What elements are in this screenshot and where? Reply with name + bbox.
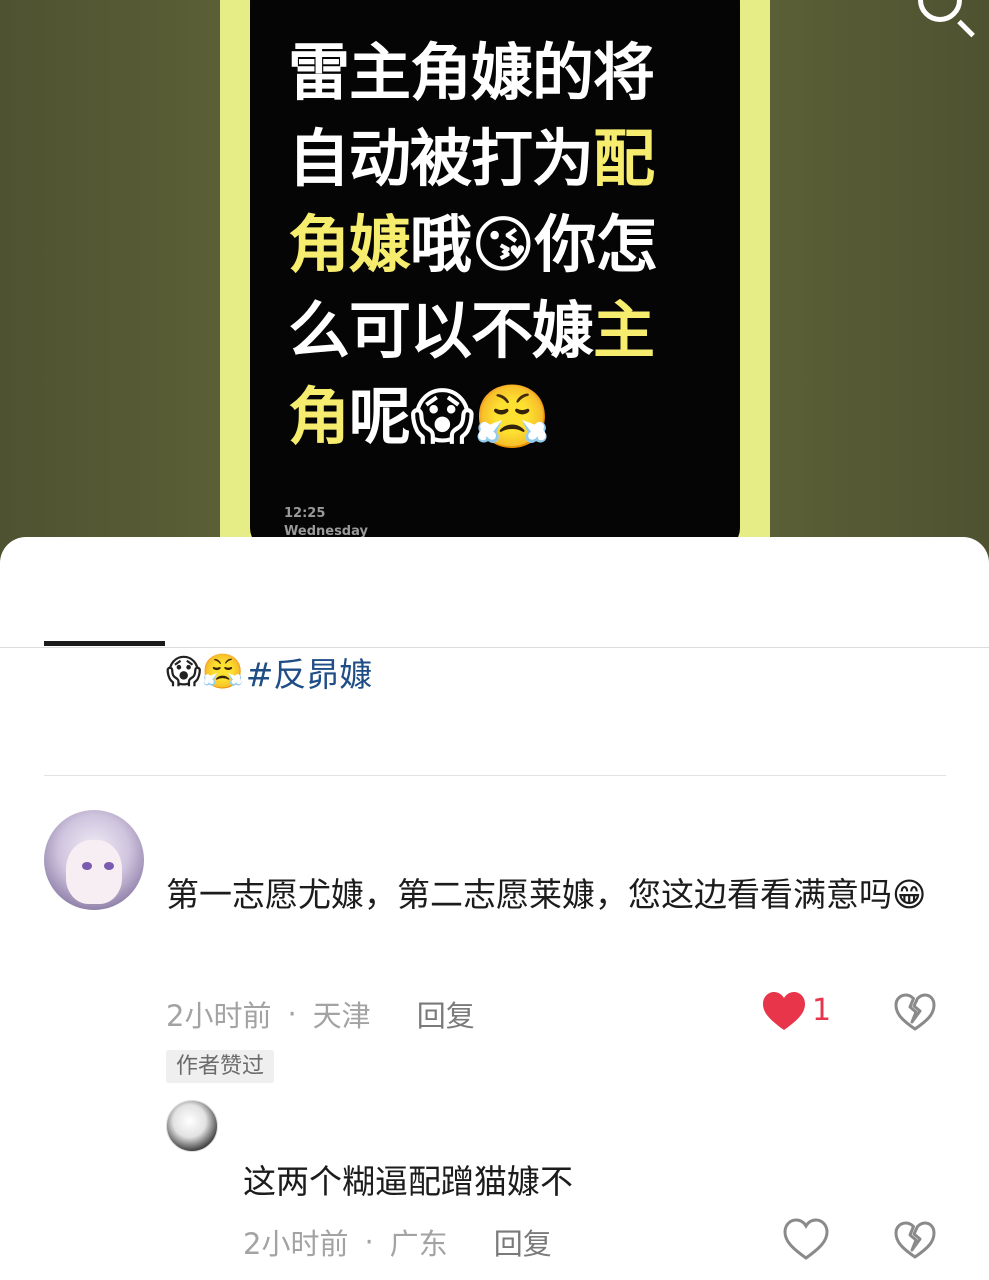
reply-avatar[interactable] — [166, 1100, 218, 1152]
reply-text: 这两个糊逼配蹭猫嫝不 — [243, 1162, 573, 1201]
poster-text-segment: 哦😘你怎 — [410, 208, 658, 281]
heart-outline-icon[interactable] — [782, 1216, 830, 1264]
avatar[interactable] — [44, 810, 144, 910]
post-description-tail: 😱😤 #反昴嫝 — [166, 649, 372, 695]
search-icon[interactable] — [918, 0, 962, 22]
tab-divider — [0, 647, 989, 648]
poster-line: 么可以不嫝主 — [288, 288, 688, 374]
poster-text-segment: 么可以不嫝 — [288, 294, 594, 367]
video-player[interactable]: 雷主角嫝的将 自动被打为配 角嫝哦😘你怎 么可以不嫝主 角呢😱😤 12:25 Wedne… — [0, 0, 989, 560]
poster-highlight-text: 角 — [288, 380, 350, 453]
poster-text-segment: 雷主角嫝的将 — [288, 36, 655, 109]
comment-location: 天津 — [312, 999, 371, 1033]
reply-time: 2小时前 — [243, 1227, 349, 1261]
reply-button[interactable]: 回复 — [494, 1221, 552, 1263]
heart-filled-icon[interactable] — [760, 988, 808, 1036]
poster-text: 雷主角嫝的将 自动被打为配 角嫝哦😘你怎 么可以不嫝主 角呢😱😤 — [288, 30, 688, 460]
poster-line: 自动被打为配 — [288, 116, 688, 202]
tab-indicator — [44, 641, 165, 646]
reply-location: 广东 — [389, 1227, 448, 1261]
reply-meta: 2小时前 · 广东 回复 — [243, 1221, 552, 1263]
author-liked-badge: 作者赞过 — [166, 1050, 275, 1083]
poster-highlight-text: 主 — [593, 294, 655, 367]
hashtag-link[interactable]: #反昴嫝 — [246, 648, 373, 696]
poster-text-segment: 呢😱😤 — [349, 380, 551, 453]
broken-heart-icon[interactable] — [893, 1218, 937, 1262]
poster-text-segment: 自动被打为 — [288, 122, 594, 195]
like-count: 1 — [812, 993, 832, 1028]
poster-line: 角呢😱😤 — [288, 374, 688, 460]
post-emojis: 😱😤 — [166, 652, 244, 692]
comment-sheet: 😱😤 #反昴嫝 第一志愿尤嫝，第二志愿莱嫝，您这边看看满意吗😁 2小时前 · 天… — [0, 537, 989, 1280]
screen-time: 12:25 — [284, 506, 326, 521]
poster-line: 角嫝哦😘你怎 — [288, 202, 688, 288]
poster-line: 雷主角嫝的将 — [288, 30, 688, 116]
meta-separator: · — [287, 997, 297, 1031]
meta-separator: · — [364, 1225, 374, 1259]
poster-highlight-text: 配 — [593, 122, 655, 195]
screen-clock: 12:25 Wednesday — [284, 505, 368, 541]
comment-time: 2小时前 — [166, 999, 272, 1033]
reply-button[interactable]: 回复 — [417, 993, 475, 1035]
broken-heart-icon[interactable] — [893, 990, 937, 1034]
poster-highlight-text: 角嫝 — [288, 208, 411, 281]
comment-text: 第一志愿尤嫝，第二志愿莱嫝，您这边看看满意吗😁 — [166, 875, 927, 914]
section-divider — [44, 775, 946, 776]
comment-meta: 2小时前 · 天津 回复 — [166, 993, 475, 1035]
